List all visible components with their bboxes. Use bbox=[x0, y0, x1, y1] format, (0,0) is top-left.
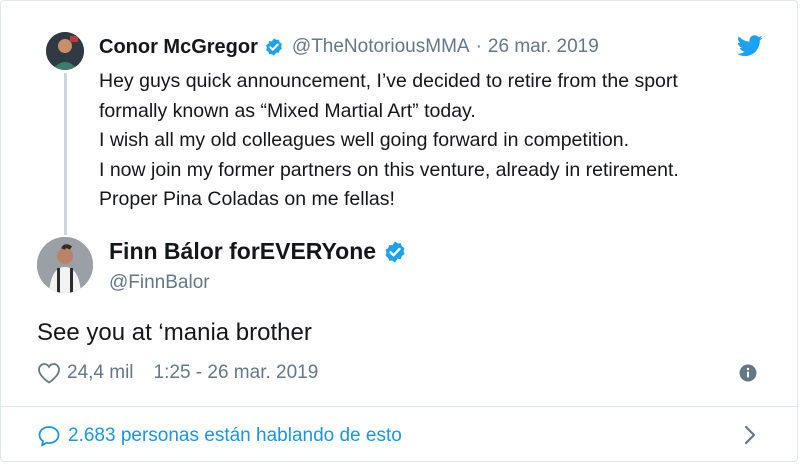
parent-text-line: I now join my former partners on this ve… bbox=[99, 158, 679, 181]
parent-tweet-text: Hey guys quick announcement, I’ve decide… bbox=[99, 67, 779, 215]
talking-count-text[interactable]: 2.683 personas están hablando de esto bbox=[68, 425, 402, 447]
speech-bubble-icon bbox=[37, 425, 61, 447]
reply-author-handle[interactable]: @FinnBalor bbox=[109, 272, 210, 294]
parent-avatar[interactable] bbox=[46, 32, 84, 70]
tweet-timestamp[interactable]: 1:25 - 26 mar. 2019 bbox=[154, 362, 319, 384]
parent-text-line: formally known as “Mixed Martial Art” to… bbox=[99, 99, 476, 122]
twitter-bird-icon[interactable] bbox=[736, 35, 763, 62]
parent-author-name[interactable]: Conor McGregor bbox=[99, 36, 258, 59]
heart-icon[interactable] bbox=[37, 362, 61, 384]
parent-text-line: Proper Pina Coladas on me fellas! bbox=[99, 188, 395, 210]
like-count[interactable]: 24,4 mil bbox=[67, 362, 134, 384]
reply-tweet-text: See you at ‘mania brother bbox=[37, 319, 312, 346]
parent-author-handle[interactable]: @TheNotoriousMMA bbox=[292, 36, 470, 58]
reply-author-name-row: Finn Bálor forEVERYone bbox=[109, 238, 407, 265]
parent-text-line: Hey guys quick announcement, I’ve decide… bbox=[99, 70, 678, 92]
parent-date[interactable]: 26 mar. 2019 bbox=[488, 36, 599, 58]
talking-link[interactable]: 2.683 personas están hablando de esto bbox=[37, 422, 402, 450]
reply-author-name[interactable]: Finn Bálor forEVERYone bbox=[109, 238, 376, 265]
verified-badge-icon bbox=[264, 37, 284, 57]
reply-avatar[interactable] bbox=[37, 237, 93, 293]
separator-dot: · bbox=[475, 36, 482, 57]
embedded-tweet-card: Conor McGregor @TheNotoriousMMA · 26 mar… bbox=[0, 0, 799, 462]
chevron-right-icon[interactable] bbox=[743, 424, 757, 451]
footer-divider bbox=[1, 406, 799, 407]
info-icon[interactable] bbox=[738, 363, 758, 388]
thread-connector-line bbox=[64, 73, 67, 235]
tweet-meta-row: 24,4 mil 1:25 - 26 mar. 2019 bbox=[37, 359, 318, 387]
parent-text-line: I wish all my old colleagues well going … bbox=[99, 129, 630, 151]
verified-badge-icon bbox=[383, 240, 407, 264]
parent-header: Conor McGregor @TheNotoriousMMA · 26 mar… bbox=[99, 34, 599, 60]
